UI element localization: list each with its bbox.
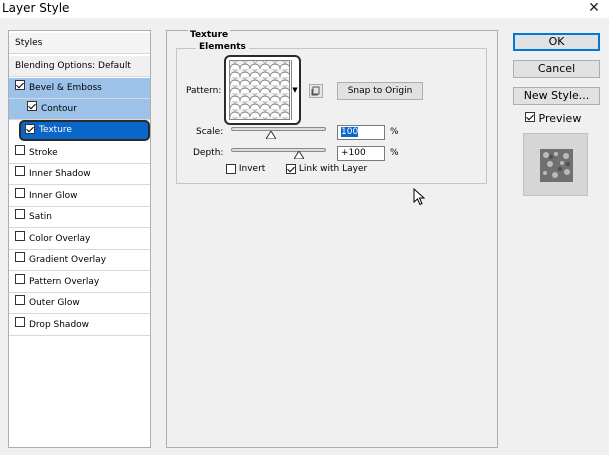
checkbox[interactable]: [15, 80, 25, 90]
checkbox[interactable]: [15, 188, 25, 198]
style-item-label: Outer Glow: [29, 298, 80, 308]
link-with-layer-option[interactable]: Link with Layer: [286, 164, 367, 174]
preview-option[interactable]: Preview: [525, 112, 581, 125]
style-item-label: Inner Glow: [29, 191, 78, 201]
style-item-contour[interactable]: Contour: [9, 99, 150, 120]
chevron-down-icon[interactable]: ▼: [291, 60, 298, 120]
new-preset-icon[interactable]: [309, 84, 323, 98]
style-item-inner-shadow[interactable]: Inner Shadow: [9, 164, 150, 185]
window-title: Layer Style: [2, 1, 70, 15]
close-icon[interactable]: ✕: [579, 0, 609, 18]
checkbox[interactable]: [15, 166, 25, 176]
depth-slider-thumb[interactable]: [294, 151, 305, 159]
style-item-stroke[interactable]: Stroke: [9, 143, 150, 164]
pattern-preview: [230, 61, 289, 119]
style-item-outer-glow[interactable]: Outer Glow: [9, 293, 150, 314]
style-item-bevel-emboss[interactable]: Bevel & Emboss: [9, 78, 150, 99]
style-item-label: Drop Shadow: [29, 320, 90, 330]
link-checkbox[interactable]: [286, 164, 296, 174]
cancel-button[interactable]: Cancel: [513, 60, 600, 78]
preview-label: Preview: [538, 112, 582, 125]
preview-checkbox[interactable]: [525, 112, 535, 122]
checkbox[interactable]: [15, 209, 25, 219]
style-item-inner-glow[interactable]: Inner Glow: [9, 186, 150, 207]
section-title: Texture: [188, 30, 231, 40]
depth-unit: %: [390, 148, 399, 158]
preview-image: [540, 149, 573, 182]
invert-label: Invert: [238, 164, 266, 174]
title-bar: Layer Style ✕: [0, 0, 609, 18]
styles-list: Styles Blending Options: Default Bevel &…: [8, 30, 151, 448]
new-style-button[interactable]: New Style...: [513, 87, 600, 105]
depth-label: Depth:: [193, 148, 224, 158]
depth-slider[interactable]: [231, 148, 326, 152]
styles-header[interactable]: Styles: [9, 33, 150, 54]
checkbox[interactable]: [15, 231, 25, 241]
group-title: Elements: [196, 42, 249, 52]
checkbox[interactable]: [15, 252, 25, 262]
checkbox[interactable]: [15, 145, 25, 155]
style-item-color-overlay[interactable]: Color Overlay: [9, 229, 150, 250]
checkbox[interactable]: [15, 295, 25, 305]
checkbox[interactable]: [15, 274, 25, 284]
preview-thumbnail: [523, 133, 588, 196]
link-label: Link with Layer: [298, 164, 368, 174]
scale-label: Scale:: [196, 127, 224, 137]
style-item-label: Color Overlay: [29, 234, 91, 244]
depth-input[interactable]: +100: [337, 146, 385, 161]
checkbox[interactable]: [15, 317, 25, 327]
ok-button[interactable]: OK: [513, 33, 600, 51]
new-preset-glyph: [311, 86, 320, 96]
pattern-label: Pattern:: [186, 86, 222, 96]
style-item-satin[interactable]: Satin: [9, 207, 150, 228]
scale-value: 100: [341, 127, 359, 137]
snap-to-origin-button[interactable]: Snap to Origin: [337, 82, 423, 100]
style-item-drop-shadow[interactable]: Drop Shadow: [9, 315, 150, 336]
invert-option[interactable]: Invert: [226, 164, 265, 174]
checkbox[interactable]: [25, 124, 35, 134]
scale-unit: %: [390, 127, 399, 137]
style-item-gradient-overlay[interactable]: Gradient Overlay: [9, 250, 150, 271]
mouse-pointer-icon: [413, 188, 426, 206]
style-item-label: Gradient Overlay: [29, 255, 107, 265]
style-item-texture[interactable]: Texture: [19, 120, 150, 141]
blending-options-item[interactable]: Blending Options: Default: [9, 56, 150, 77]
style-item-pattern-overlay[interactable]: Pattern Overlay: [9, 272, 150, 293]
style-item-label: Stroke: [29, 148, 58, 158]
style-item-label: Contour: [41, 104, 77, 114]
scale-slider-thumb[interactable]: [265, 131, 276, 139]
scale-input[interactable]: 100: [337, 125, 385, 140]
depth-value: +100: [341, 148, 366, 158]
invert-checkbox[interactable]: [226, 164, 236, 174]
style-item-label: Pattern Overlay: [29, 277, 100, 287]
scale-slider[interactable]: [231, 127, 326, 131]
pattern-picker[interactable]: ▼: [224, 55, 301, 125]
style-item-label: Texture: [39, 125, 72, 135]
checkbox[interactable]: [27, 101, 37, 111]
style-item-label: Inner Shadow: [29, 169, 91, 179]
pattern-swatch[interactable]: [229, 60, 290, 120]
style-item-label: Satin: [29, 212, 52, 222]
style-item-label: Bevel & Emboss: [29, 83, 102, 93]
